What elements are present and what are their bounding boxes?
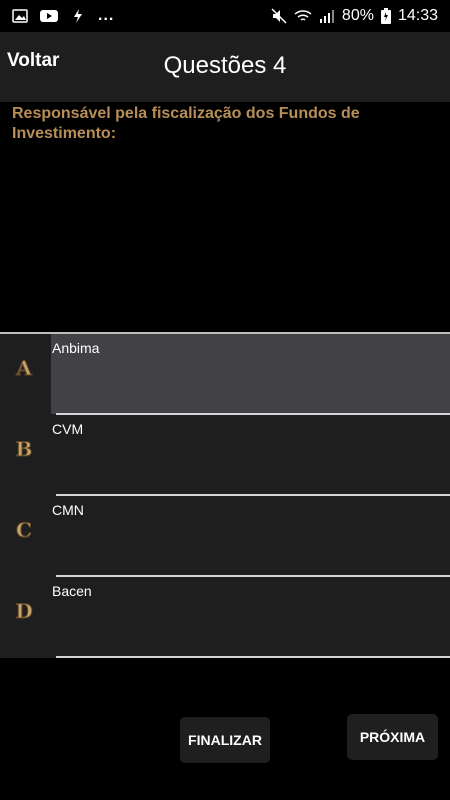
battery-icon — [380, 8, 391, 24]
letter-a-icon: A — [15, 356, 33, 380]
status-left: ... — [12, 7, 114, 25]
answer-options: A Anbima B CVM C CMN D Bacen — [0, 332, 450, 658]
answer-box[interactable]: CVM — [51, 415, 450, 495]
clock: 14:33 — [397, 7, 438, 24]
more-notifications: ... — [98, 7, 115, 24]
finalize-button[interactable]: FINALIZAR — [180, 717, 270, 763]
answer-text: Bacen — [52, 583, 92, 599]
svg-text:B: B — [16, 437, 33, 460]
letter-d-icon: D — [15, 599, 33, 623]
letter-c-icon: C — [16, 518, 33, 542]
option-a[interactable]: A Anbima — [0, 334, 450, 415]
answer-text: CMN — [52, 502, 84, 518]
signal-icon — [319, 10, 334, 23]
status-right: 80% 14:33 — [271, 7, 438, 25]
option-d[interactable]: D Bacen — [0, 577, 450, 658]
answer-box[interactable]: CMN — [51, 496, 450, 576]
youtube-icon — [40, 10, 58, 22]
wifi-icon — [294, 10, 312, 21]
mute-icon — [271, 8, 287, 24]
status-bar: ... 80% 14:33 — [0, 0, 450, 32]
answer-text: Anbima — [52, 340, 100, 356]
divider — [56, 656, 450, 658]
battery-percent: 80% — [341, 7, 374, 24]
svg-text:C: C — [16, 518, 32, 541]
page-title: Questões 4 — [163, 52, 287, 79]
top-bar: Voltar Questões 4 — [0, 32, 450, 102]
option-b[interactable]: B CVM — [0, 415, 450, 496]
flash-icon — [74, 9, 82, 23]
svg-text:A: A — [15, 356, 32, 379]
image-icon — [12, 9, 28, 23]
answer-box[interactable]: Anbima — [51, 334, 450, 414]
question-text: Responsável pela fiscalização dos Fundos… — [12, 105, 360, 142]
svg-text:D: D — [15, 599, 32, 622]
letter-b-icon: B — [15, 437, 33, 461]
answer-text: CVM — [52, 421, 84, 437]
option-c[interactable]: C CMN — [0, 496, 450, 577]
next-button[interactable]: PRÓXIMA — [347, 714, 438, 760]
answer-box[interactable]: Bacen — [51, 577, 450, 657]
